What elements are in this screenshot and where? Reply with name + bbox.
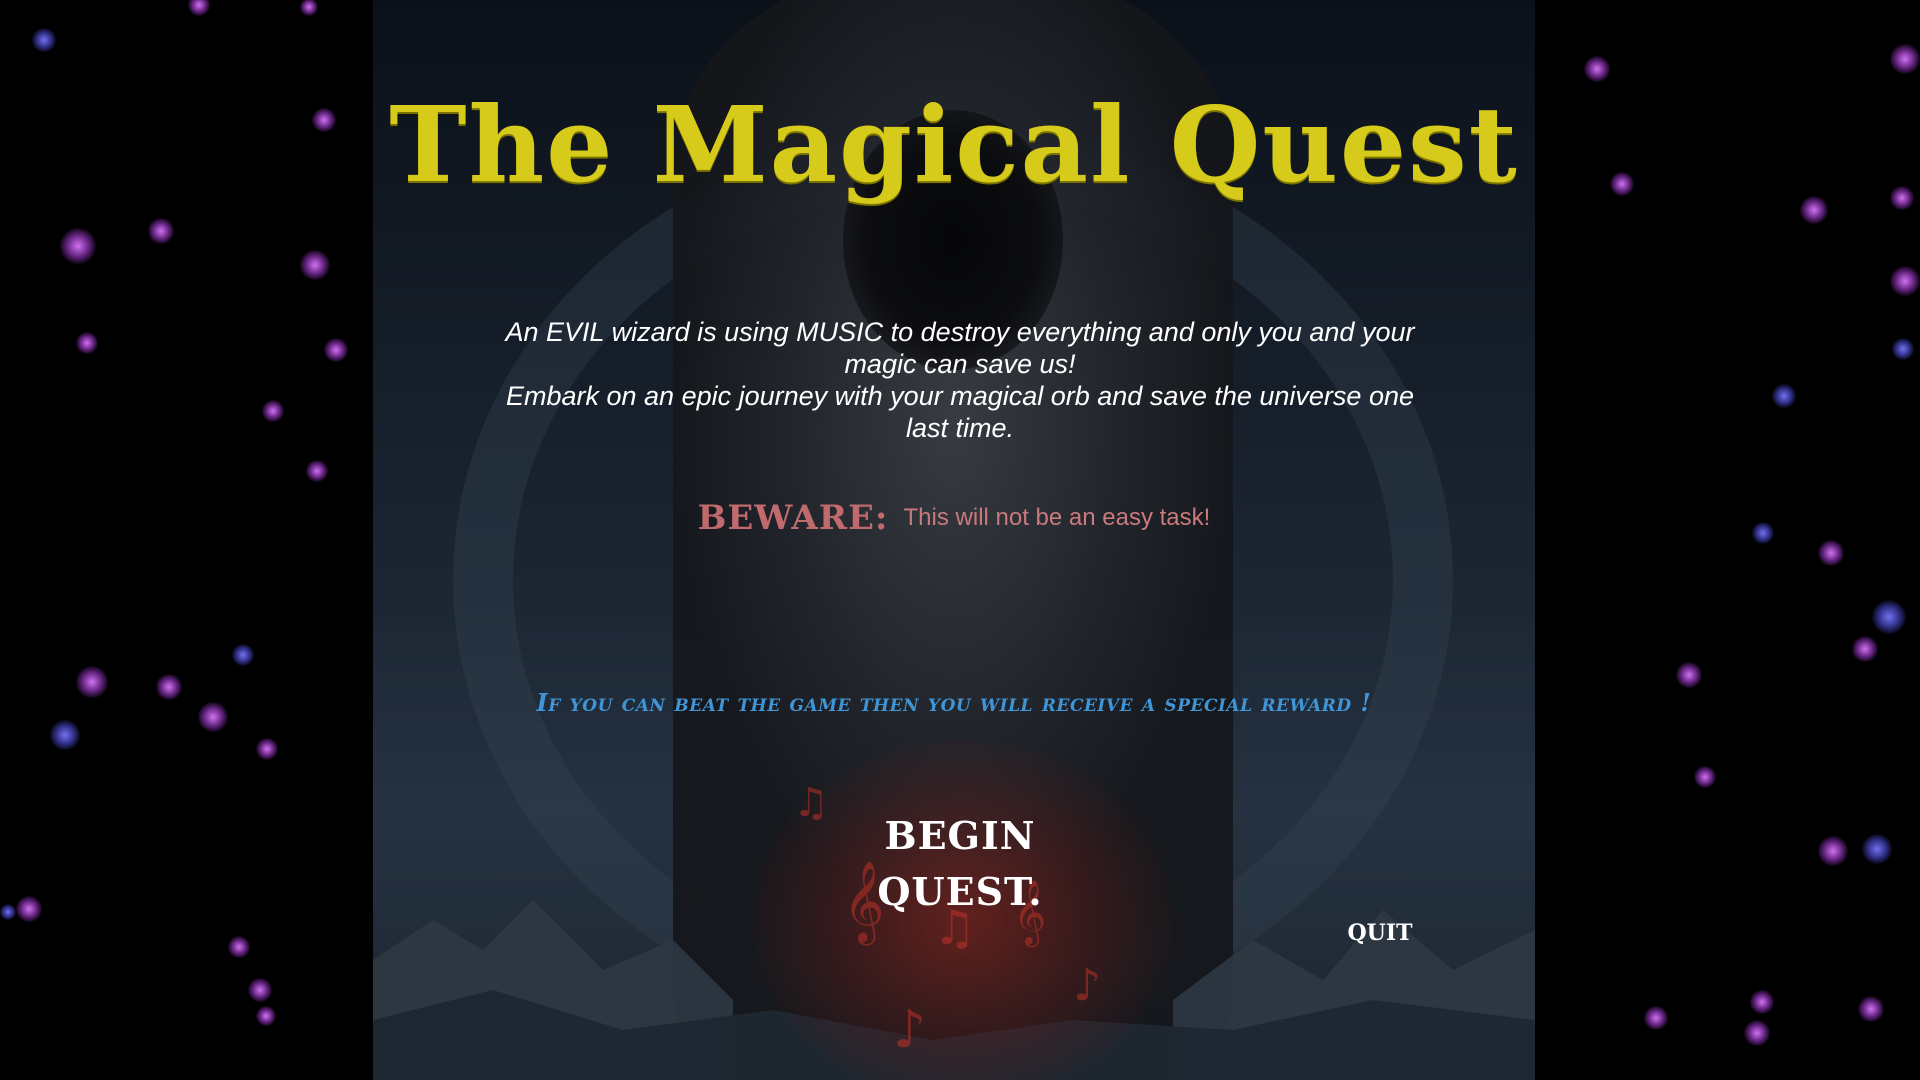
star (248, 978, 272, 1002)
star (16, 896, 42, 922)
star (262, 400, 284, 422)
star (300, 250, 330, 280)
music-note-icon: ♪ (1073, 960, 1102, 1011)
star (60, 228, 96, 264)
star (1750, 990, 1774, 1014)
story-line-1: An EVIL wizard is using MUSIC to destroy… (505, 317, 1415, 379)
star (1676, 662, 1702, 688)
reward-text: If you can beat the game then you will r… (536, 688, 1372, 717)
star (312, 108, 336, 132)
star (1892, 338, 1914, 360)
story-text: An EVIL wizard is using MUSIC to destroy… (500, 316, 1420, 444)
star (1872, 600, 1906, 634)
star (1752, 522, 1774, 544)
star (1890, 44, 1920, 74)
star (50, 720, 80, 750)
star (1744, 1020, 1770, 1046)
star (300, 0, 318, 16)
beware-text: This will not be an easy task! (903, 504, 1211, 531)
beware-warning: BEWARE: This will not be an easy task! (373, 498, 1535, 538)
star (1772, 384, 1796, 408)
story-line-2: Embark on an epic journey with your magi… (505, 381, 1414, 443)
star (1890, 266, 1920, 296)
star (188, 0, 210, 16)
star (1852, 636, 1878, 662)
star (198, 702, 228, 732)
star (76, 666, 108, 698)
star (148, 218, 174, 244)
star (232, 644, 254, 666)
begin-quest-button[interactable]: BEGIN QUEST. (810, 808, 1110, 914)
star (228, 936, 250, 958)
star (1818, 836, 1848, 866)
star (32, 28, 56, 52)
star (1584, 56, 1610, 82)
music-note-icon: ♪ (893, 1000, 927, 1060)
quit-button[interactable]: QUIT (1340, 916, 1420, 950)
star (0, 904, 16, 920)
star (156, 674, 182, 700)
star (1818, 540, 1844, 566)
star (1644, 1006, 1668, 1030)
beware-label: BEWARE: (697, 498, 889, 538)
star (1800, 196, 1828, 224)
star (256, 1006, 276, 1026)
star (1610, 172, 1634, 196)
star (256, 738, 278, 760)
star (1862, 834, 1892, 864)
star (1858, 996, 1884, 1022)
game-screen: 𝄞 ♫ 𝄞 ♪ ♫ ♪ The Magical Quest An EVIL wi… (0, 0, 1920, 1080)
star (76, 332, 98, 354)
star (1890, 186, 1914, 210)
star (1694, 766, 1716, 788)
game-title: The Magical Quest (389, 83, 1519, 206)
star (306, 460, 328, 482)
star (324, 338, 348, 362)
